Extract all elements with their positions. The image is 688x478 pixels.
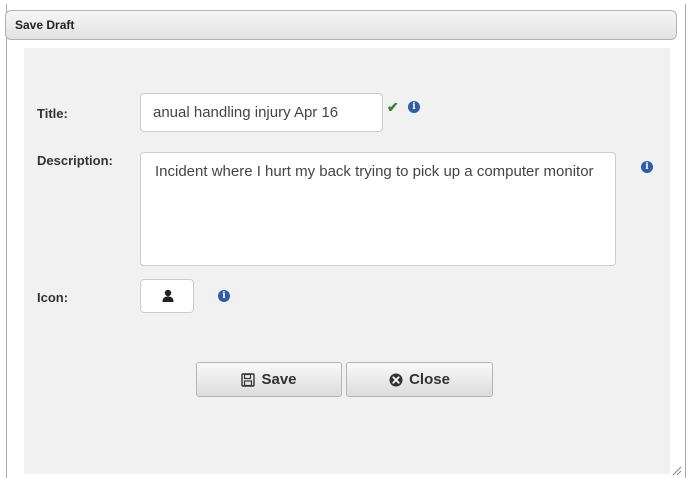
description-textarea[interactable]: Incident where I hurt my back trying to … xyxy=(140,152,616,266)
info-icon[interactable]: i xyxy=(641,161,653,173)
description-label: Description: xyxy=(37,153,113,168)
close-button[interactable]: Close xyxy=(346,362,493,397)
info-icon[interactable]: i xyxy=(218,290,230,302)
title-label: Title: xyxy=(37,106,68,121)
floppy-disk-icon xyxy=(241,372,256,387)
dialog-title: Save Draft xyxy=(15,18,75,32)
icon-label: Icon: xyxy=(37,290,69,305)
save-button[interactable]: Save xyxy=(196,362,342,397)
info-icon[interactable]: i xyxy=(408,101,420,113)
title-input[interactable] xyxy=(140,93,383,132)
icon-picker-button[interactable] xyxy=(140,279,194,313)
dialog-titlebar[interactable]: Save Draft xyxy=(5,10,677,40)
close-circle-icon xyxy=(389,373,403,387)
checkmark-icon: ✔ xyxy=(387,99,399,115)
user-icon xyxy=(162,289,174,302)
close-button-label: Close xyxy=(409,371,450,388)
title-input-field[interactable] xyxy=(153,94,374,131)
save-button-label: Save xyxy=(261,371,297,388)
resize-handle-icon[interactable] xyxy=(670,464,682,476)
